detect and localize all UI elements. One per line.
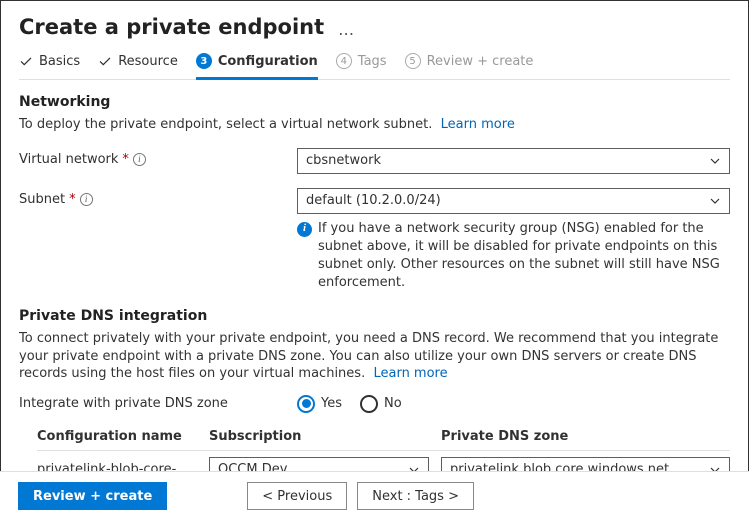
- subnet-label: Subnet: [19, 192, 65, 207]
- networking-description: To deploy the private endpoint, select a…: [19, 117, 432, 132]
- tab-tags[interactable]: 4 Tags: [336, 53, 387, 80]
- info-icon[interactable]: i: [80, 193, 93, 206]
- next-button[interactable]: Next : Tags >: [357, 482, 474, 510]
- tab-label: Tags: [358, 54, 387, 69]
- radio-icon: [360, 395, 378, 413]
- dns-description: To connect privately with your private e…: [19, 331, 718, 381]
- tab-label: Configuration: [218, 54, 318, 69]
- tab-resource[interactable]: Resource: [98, 53, 178, 80]
- radio-yes-label: Yes: [321, 396, 342, 411]
- chevron-down-icon: [709, 155, 721, 167]
- integrate-label: Integrate with private DNS zone: [19, 396, 297, 411]
- chevron-down-icon: [709, 195, 721, 207]
- vnet-select[interactable]: cbsnetwork: [297, 148, 730, 174]
- radio-no[interactable]: No: [360, 395, 402, 413]
- networking-learn-more-link[interactable]: Learn more: [441, 117, 515, 132]
- step-number-badge: 3: [196, 53, 212, 69]
- subnet-value: default (10.2.0.0/24): [306, 193, 441, 208]
- radio-no-label: No: [384, 396, 402, 411]
- wizard-footer: Review + create < Previous Next : Tags >: [0, 471, 749, 520]
- tab-configuration[interactable]: 3 Configuration: [196, 53, 318, 80]
- col-dns-zone: Private DNS zone: [441, 429, 730, 444]
- step-number-badge: 5: [405, 53, 421, 69]
- radio-yes[interactable]: Yes: [297, 395, 342, 413]
- page-title: Create a private endpoint: [19, 15, 324, 39]
- previous-button[interactable]: < Previous: [247, 482, 347, 510]
- subnet-note: If you have a network security group (NS…: [318, 220, 730, 293]
- col-config-name: Configuration name: [37, 429, 209, 444]
- check-icon: [19, 54, 33, 68]
- tab-label: Review + create: [427, 54, 534, 69]
- subnet-select[interactable]: default (10.2.0.0/24): [297, 188, 730, 214]
- tab-basics[interactable]: Basics: [19, 53, 80, 80]
- tab-label: Resource: [118, 54, 178, 69]
- vnet-value: cbsnetwork: [306, 153, 381, 168]
- info-icon[interactable]: i: [133, 153, 146, 166]
- col-subscription: Subscription: [209, 429, 441, 444]
- required-marker: *: [122, 152, 129, 167]
- tab-review[interactable]: 5 Review + create: [405, 53, 534, 80]
- info-icon: i: [297, 222, 312, 237]
- step-number-badge: 4: [336, 53, 352, 69]
- check-icon: [98, 54, 112, 68]
- more-actions-button[interactable]: …: [338, 20, 354, 39]
- networking-heading: Networking: [19, 94, 730, 110]
- required-marker: *: [69, 192, 76, 207]
- tab-label: Basics: [39, 54, 80, 69]
- vnet-label: Virtual network: [19, 152, 118, 167]
- review-create-button[interactable]: Review + create: [18, 482, 167, 510]
- dns-heading: Private DNS integration: [19, 308, 730, 324]
- wizard-stepper: Basics Resource 3 Configuration 4 Tags 5…: [19, 53, 730, 80]
- dns-learn-more-link[interactable]: Learn more: [373, 366, 447, 381]
- radio-icon: [297, 395, 315, 413]
